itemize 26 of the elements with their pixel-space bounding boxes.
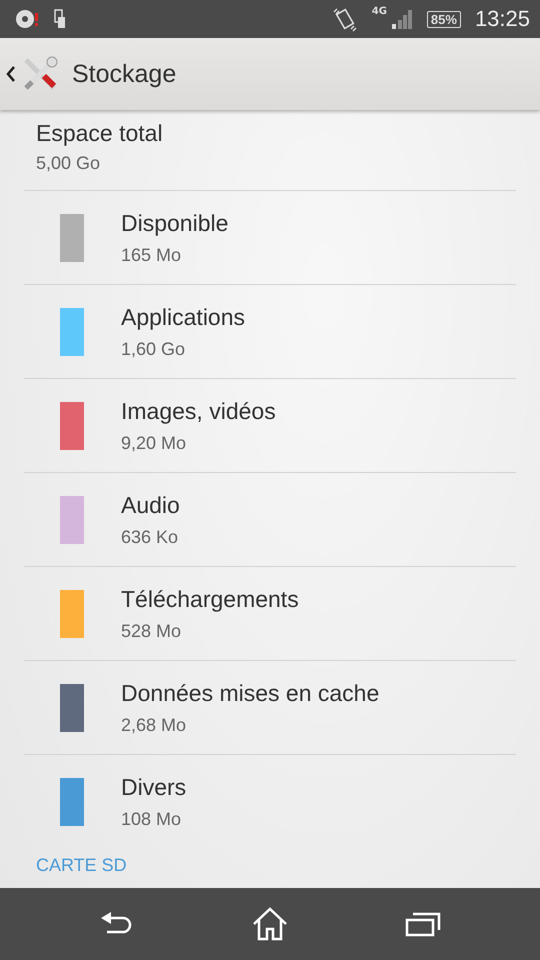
back-caret-icon[interactable] [6, 65, 16, 83]
category-name: Divers [121, 774, 186, 801]
category-size: 1,60 Go [121, 338, 186, 360]
category-size: 9,20 Mo [121, 432, 188, 454]
category-size: 2,68 Mo [121, 714, 188, 736]
category-size: 108 Mo [121, 809, 182, 830]
network-type: 4G [372, 6, 387, 17]
total-label: Espace total [36, 120, 164, 147]
screen-title: Stockage [72, 60, 176, 88]
phone-icon [54, 9, 66, 29]
category-name: Données mises en cache [121, 680, 380, 706]
disc-icon [14, 8, 40, 30]
category-name: Disponible [121, 210, 228, 236]
clock: 13:25 [474, 6, 530, 32]
category-name: Images, vidéos [121, 398, 276, 424]
category-name: Téléchargements [121, 586, 299, 612]
total-value: 5,00 Go [36, 153, 102, 174]
signal-icon [390, 8, 413, 30]
category-size: 636 Ko [121, 526, 180, 548]
category-size: 528 Mo [121, 620, 182, 642]
section-header: CARTE SD [36, 855, 128, 876]
category-size: 165 Mo [121, 244, 182, 266]
battery-indicator: 85% [426, 10, 461, 28]
category-name: Applications [121, 304, 246, 330]
category-name: Audio [121, 492, 180, 518]
vibrate-icon [332, 6, 358, 32]
